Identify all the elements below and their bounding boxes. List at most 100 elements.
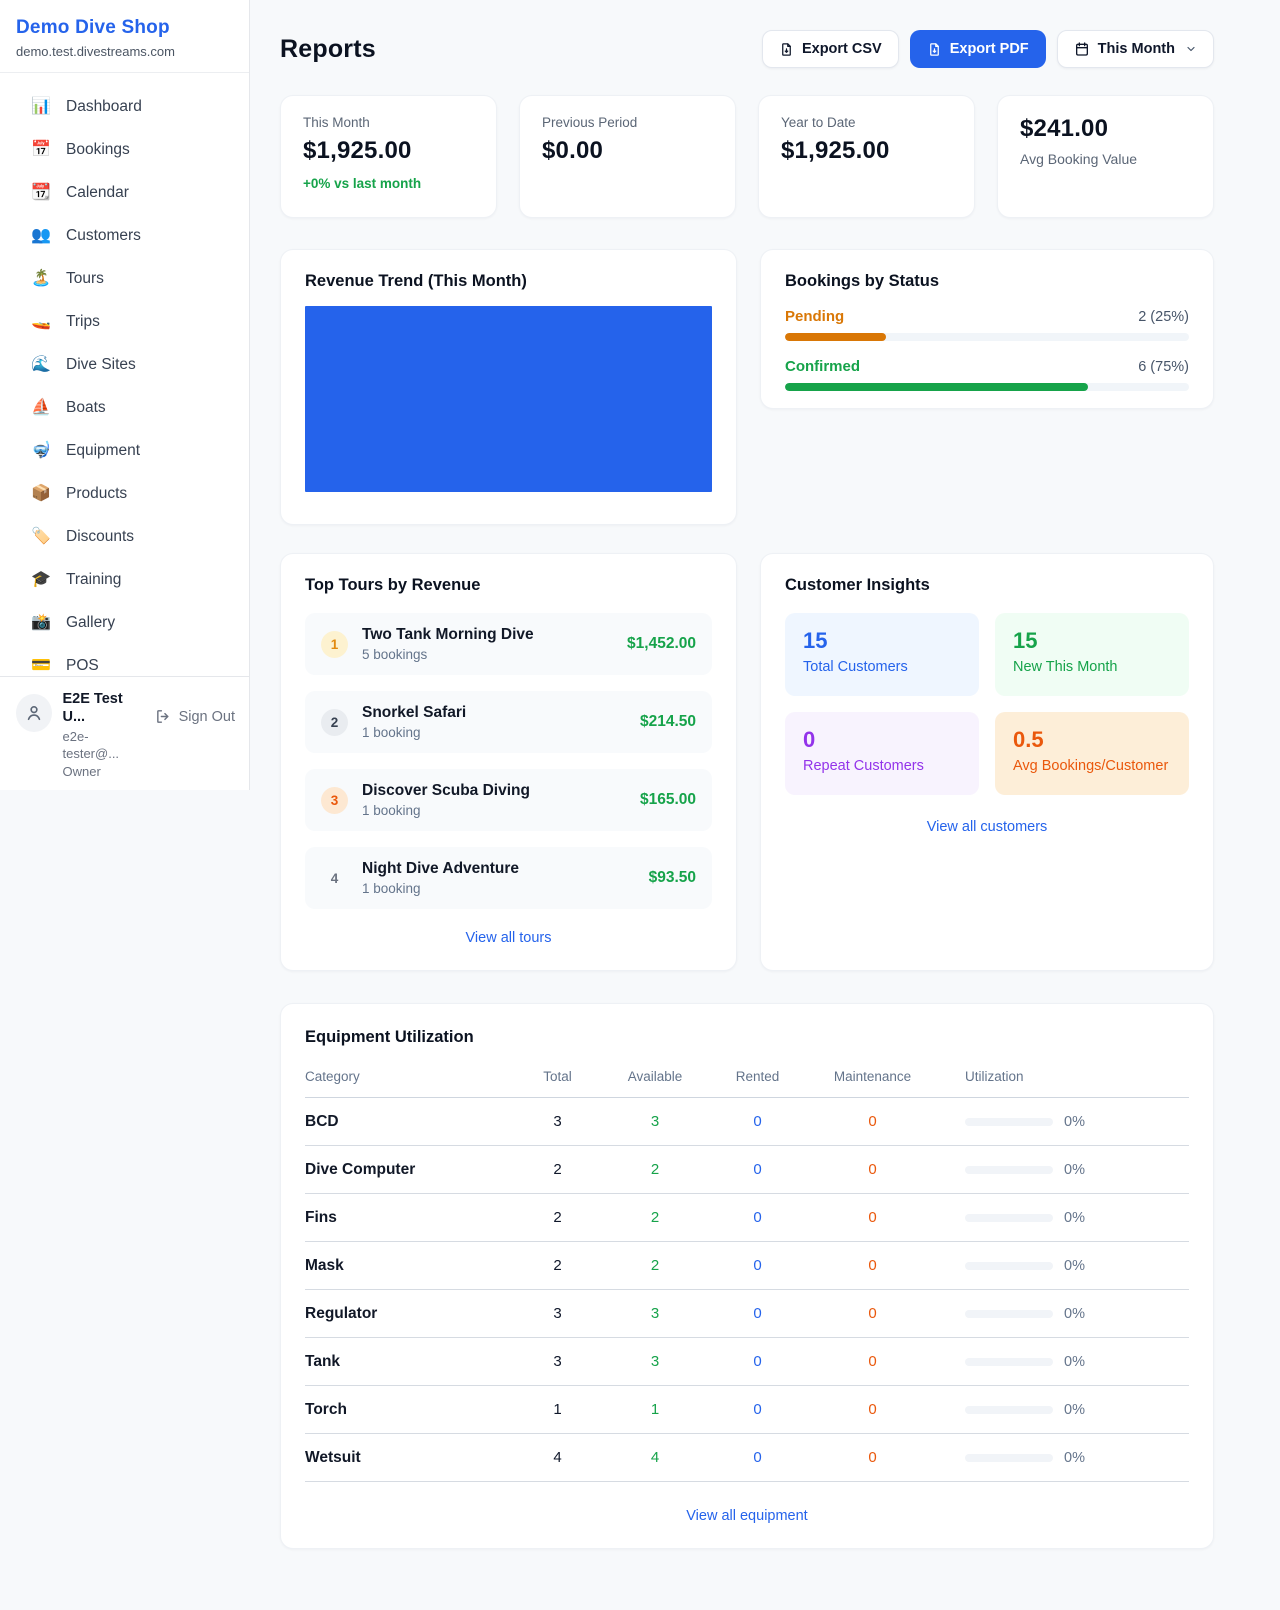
- sidebar-item-label: Training: [66, 571, 121, 589]
- rank-badge: 1: [321, 631, 348, 658]
- table-row-tank: Tank 3 3 0 0 0%: [305, 1338, 1189, 1386]
- sidebar-item-label: Customers: [66, 227, 141, 245]
- cell-utilization: 0%: [1064, 1354, 1085, 1370]
- user-meta: E2E Test U... e2e-tester@... Owner: [63, 688, 144, 780]
- stat-label: Previous Period: [542, 115, 713, 130]
- sidebar-item-products[interactable]: 📦 Products: [20, 472, 237, 515]
- cell-maintenance: 0: [810, 1449, 935, 1466]
- tile-avg-bookings-customer: 0.5 Avg Bookings/Customer: [995, 712, 1189, 795]
- cell-category: Dive Computer: [305, 1161, 510, 1179]
- export-pdf-button[interactable]: Export PDF: [910, 30, 1046, 68]
- cell-total: 3: [510, 1353, 605, 1370]
- rank-badge: 3: [321, 787, 348, 814]
- sidebar-item-discounts[interactable]: 🏷️ Discounts: [20, 515, 237, 558]
- sign-out-button[interactable]: Sign Out: [155, 708, 235, 725]
- sidebar-item-training[interactable]: 🎓 Training: [20, 558, 237, 601]
- cell-rented: 0: [705, 1257, 810, 1274]
- tour-list-item[interactable]: 3 Discover Scuba Diving 1 booking $165.0…: [305, 769, 712, 831]
- utilization-bar: [965, 1118, 1053, 1126]
- sidebar-item-gallery[interactable]: 📸 Gallery: [20, 601, 237, 644]
- cell-utilization: 0%: [1064, 1450, 1085, 1466]
- tile-repeat-customers: 0 Repeat Customers: [785, 712, 979, 795]
- col-header-total: Total: [510, 1069, 605, 1084]
- utilization-bar: [965, 1262, 1053, 1270]
- stat-cards-row: This Month $1,925.00 +0% vs last month P…: [280, 95, 1214, 218]
- cell-rented: 0: [705, 1209, 810, 1226]
- sidebar-header: Demo Dive Shop demo.test.divestreams.com: [0, 0, 249, 73]
- tour-name: Night Dive Adventure: [362, 860, 519, 878]
- avatar: [16, 694, 52, 732]
- export-csv-button[interactable]: Export CSV: [762, 30, 899, 68]
- sidebar-item-customers[interactable]: 👥 Customers: [20, 214, 237, 257]
- utilization-bar: [965, 1310, 1053, 1318]
- sidebar-item-label: Bookings: [66, 141, 130, 159]
- status-bar-track: [785, 333, 1189, 341]
- table-row-fins: Fins 2 2 0 0 0%: [305, 1194, 1189, 1242]
- cell-total: 3: [510, 1305, 605, 1322]
- sidebar-item-boats[interactable]: ⛵ Boats: [20, 386, 237, 429]
- tile-label: Repeat Customers: [803, 758, 961, 774]
- shop-name: Demo Dive Shop: [16, 17, 229, 39]
- sidebar-item-label: Trips: [66, 313, 100, 331]
- cell-available: 3: [605, 1353, 705, 1370]
- cell-available: 4: [605, 1449, 705, 1466]
- tile-label: Avg Bookings/Customer: [1013, 758, 1171, 774]
- sidebar-item-equipment[interactable]: 🤿 Equipment: [20, 429, 237, 472]
- top-tours-card: Top Tours by Revenue 1 Two Tank Morning …: [280, 553, 737, 971]
- view-all-tours-link[interactable]: View all tours: [305, 930, 712, 946]
- tour-bookings: 5 bookings: [362, 647, 534, 662]
- tour-list-item[interactable]: 1 Two Tank Morning Dive 5 bookings $1,45…: [305, 613, 712, 675]
- cell-maintenance: 0: [810, 1257, 935, 1274]
- customer-insights-card: Customer Insights 15 Total Customers 15 …: [760, 553, 1214, 971]
- chevron-down-icon: [1185, 43, 1197, 55]
- cell-maintenance: 0: [810, 1353, 935, 1370]
- sidebar-item-calendar[interactable]: 📆 Calendar: [20, 171, 237, 214]
- cell-rented: 0: [705, 1449, 810, 1466]
- tour-name: Two Tank Morning Dive: [362, 626, 534, 644]
- cell-utilization: 0%: [1064, 1402, 1085, 1418]
- cell-available: 1: [605, 1401, 705, 1418]
- status-count-confirmed: 6 (75%): [1138, 359, 1189, 375]
- cell-available: 2: [605, 1161, 705, 1178]
- sidebar-user-section: E2E Test U... e2e-tester@... Owner Sign …: [0, 676, 249, 790]
- stat-card-year-to-date: Year to Date $1,925.00: [758, 95, 975, 218]
- stat-value: $1,925.00: [303, 137, 474, 165]
- cell-maintenance: 0: [810, 1401, 935, 1418]
- sidebar-item-pos[interactable]: 💳 POS: [20, 644, 237, 676]
- view-all-equipment-link[interactable]: View all equipment: [305, 1508, 1189, 1524]
- customers-icon: 👥: [30, 228, 52, 244]
- cell-category: Torch: [305, 1401, 510, 1419]
- table-row-bcd: BCD 3 3 0 0 0%: [305, 1098, 1189, 1146]
- tour-name: Discover Scuba Diving: [362, 782, 530, 800]
- utilization-bar: [965, 1358, 1053, 1366]
- sidebar-item-label: Dive Sites: [66, 356, 136, 374]
- sidebar-item-bookings[interactable]: 📅 Bookings: [20, 128, 237, 171]
- table-row-torch: Torch 1 1 0 0 0%: [305, 1386, 1189, 1434]
- tours-icon: 🏝️: [30, 271, 52, 287]
- status-bar-fill-confirmed: [785, 383, 1088, 391]
- cell-available: 3: [605, 1113, 705, 1130]
- dive-sites-icon: 🌊: [30, 357, 52, 373]
- tour-revenue: $165.00: [640, 791, 696, 809]
- tour-list-item[interactable]: 2 Snorkel Safari 1 booking $214.50: [305, 691, 712, 753]
- tour-list-item[interactable]: 4 Night Dive Adventure 1 booking $93.50: [305, 847, 712, 909]
- view-all-customers-link[interactable]: View all customers: [785, 819, 1189, 835]
- tour-revenue: $214.50: [640, 713, 696, 731]
- stat-value: $0.00: [542, 137, 713, 165]
- equipment-icon: 🤿: [30, 443, 52, 459]
- sidebar-item-dashboard[interactable]: 📊 Dashboard: [20, 85, 237, 128]
- boats-icon: ⛵: [30, 400, 52, 416]
- equipment-table: Category Total Available Rented Maintena…: [305, 1065, 1189, 1482]
- cell-utilization: 0%: [1064, 1114, 1085, 1130]
- status-bar-fill-pending: [785, 333, 886, 341]
- sidebar-item-dive-sites[interactable]: 🌊 Dive Sites: [20, 343, 237, 386]
- customer-insights-title: Customer Insights: [785, 576, 1189, 595]
- stat-value: $241.00: [1020, 115, 1191, 143]
- sidebar-item-trips[interactable]: 🚤 Trips: [20, 300, 237, 343]
- period-dropdown[interactable]: This Month: [1057, 30, 1214, 68]
- sidebar: Demo Dive Shop demo.test.divestreams.com…: [0, 0, 250, 790]
- gallery-icon: 📸: [30, 615, 52, 631]
- top-tours-title: Top Tours by Revenue: [305, 576, 712, 595]
- insight-tiles: 15 Total Customers 15 New This Month 0 R…: [785, 613, 1189, 795]
- sidebar-item-tours[interactable]: 🏝️ Tours: [20, 257, 237, 300]
